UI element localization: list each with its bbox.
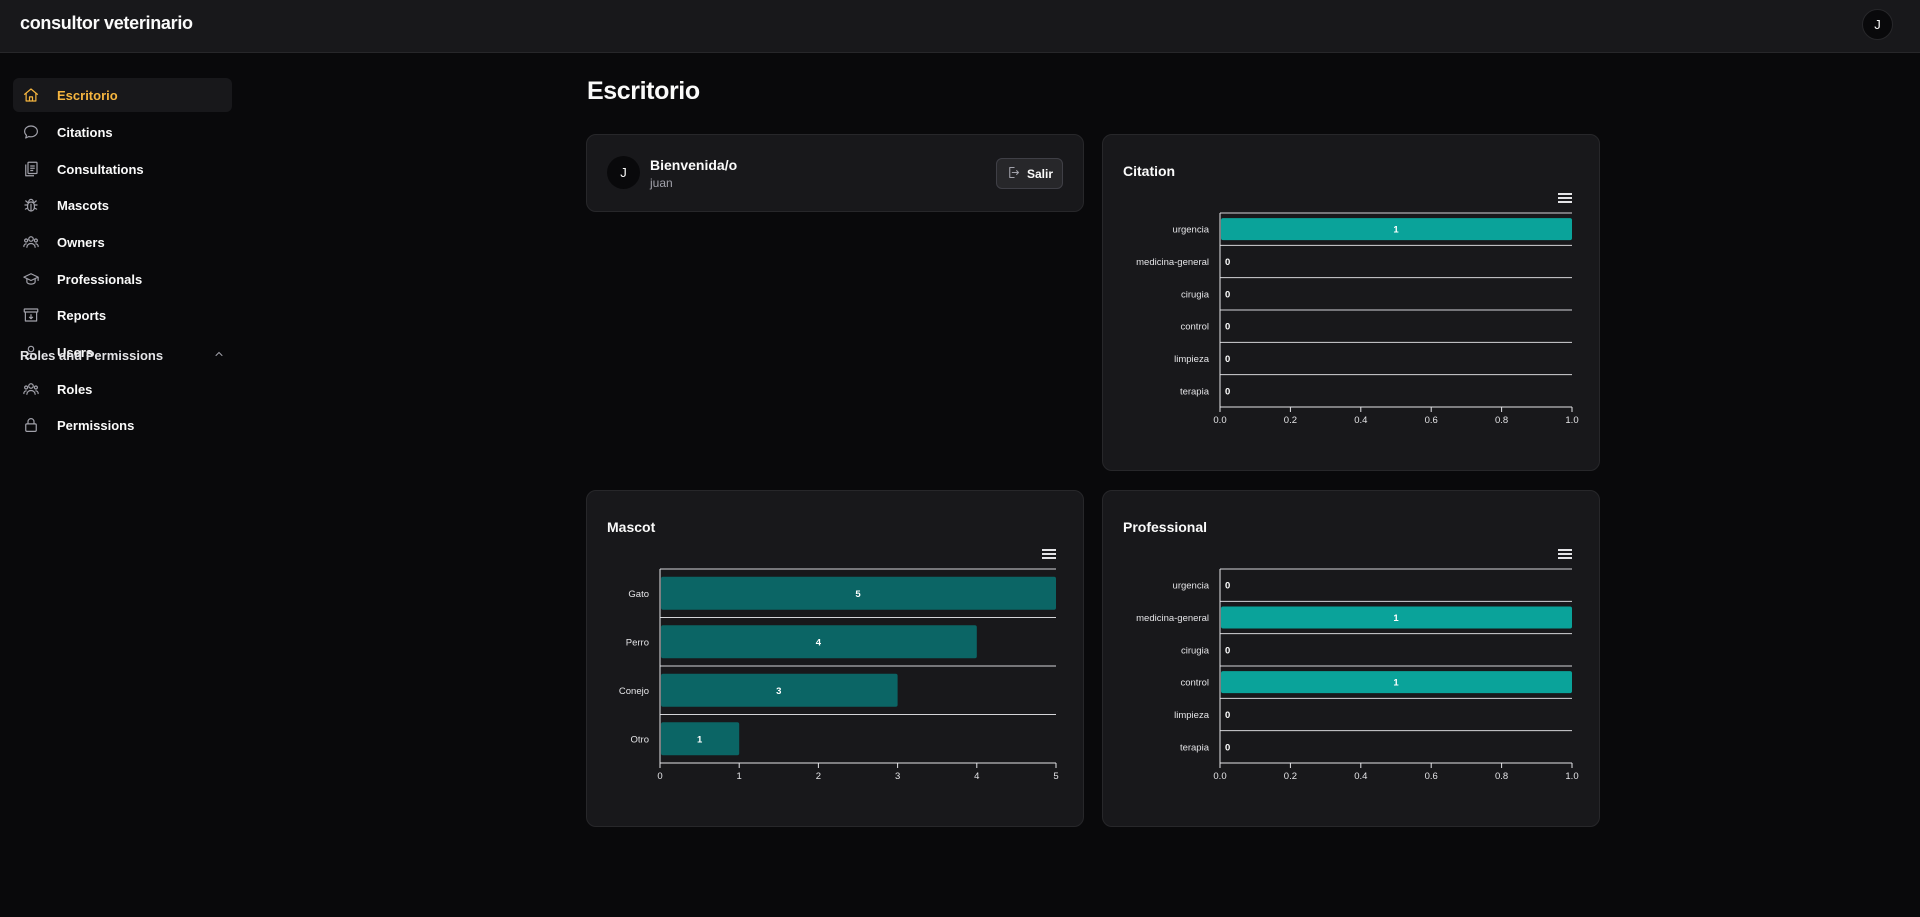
mascot-chart-card: Mascot Gato 5 Perro 4 Conejo 3 Otro 1 0 1 2 3 4 5 (586, 490, 1084, 827)
x-tick-label: 0.8 (1495, 415, 1508, 426)
x-tick-label: 0.2 (1284, 415, 1297, 426)
x-tick-label: 0.4 (1354, 771, 1367, 782)
lock-icon (21, 415, 41, 435)
x-tick-label: 0.6 (1425, 415, 1438, 426)
page-title: Escritorio (587, 77, 700, 105)
data-label: 0 (1225, 645, 1230, 656)
data-label: 1 (697, 734, 703, 745)
category-label: cirugia (1181, 645, 1210, 656)
category-label: limpieza (1174, 354, 1210, 365)
mascot-chart: Gato 5 Perro 4 Conejo 3 Otro 1 0 1 2 3 4 5 (619, 568, 1059, 782)
data-label: 0 (1225, 257, 1230, 268)
data-label: 0 (1225, 289, 1230, 300)
x-tick-label: 0.0 (1213, 415, 1226, 426)
x-tick-label: 2 (816, 771, 821, 782)
welcome-username: juan (650, 176, 673, 190)
sidebar-item-label: Consultations (57, 161, 144, 177)
sidebar-item-mascots[interactable]: Mascots (13, 188, 232, 222)
category-label: urgencia (1173, 581, 1210, 592)
group-title-label: Roles and Permissions (20, 347, 164, 363)
home-icon (21, 85, 41, 105)
category-label: Gato (628, 589, 649, 600)
category-label: terapia (1180, 386, 1210, 397)
data-label: 5 (855, 589, 861, 600)
x-tick-label: 0.6 (1425, 771, 1438, 782)
user-avatar[interactable]: J (1862, 9, 1893, 40)
category-label: urgencia (1173, 225, 1210, 236)
category-label: medicina-general (1136, 613, 1209, 624)
avatar: J (607, 156, 640, 189)
x-tick-label: 0 (657, 771, 662, 782)
chevron-up-icon (213, 348, 225, 363)
sidebar-item-label: Roles (57, 381, 93, 397)
data-label: 4 (816, 637, 822, 648)
citation-chart: urgencia 1 medicina-general 0 cirugia 0 contro… (1136, 212, 1579, 426)
top-bar: consultor veterinario J (0, 0, 1920, 53)
data-label: 0 (1225, 581, 1230, 592)
group-roles-and-permissions[interactable]: Roles and Permissions (20, 344, 225, 366)
sidebar-item-label: Owners (57, 234, 105, 250)
sidebar-item-professionals[interactable]: Professionals (13, 262, 232, 296)
data-label: 0 (1225, 322, 1230, 333)
category-label: limpieza (1174, 710, 1210, 721)
category-label: medicina-general (1136, 257, 1209, 268)
sidebar-item-label: Mascots (57, 197, 110, 213)
data-label: 1 (1393, 613, 1399, 624)
category-label: Perro (626, 637, 649, 648)
data-label: 0 (1225, 742, 1230, 753)
x-tick-label: 1 (737, 771, 742, 782)
sidebar-item-escritorio[interactable]: Escritorio (13, 78, 232, 112)
chat-bubble-icon (21, 122, 41, 142)
sidebar-item-permissions[interactable]: Permissions (13, 408, 232, 442)
logout-button[interactable]: Salir (996, 158, 1063, 189)
archive-box-icon (21, 305, 41, 325)
category-label: cirugia (1181, 289, 1210, 300)
sidebar-item-consultations[interactable]: Consultations (13, 152, 232, 186)
app-title[interactable]: consultor veterinario (20, 13, 193, 34)
bug-icon (21, 195, 41, 215)
professional-chart-card: Professional urgencia 0 medicina-general 1 c… (1102, 490, 1600, 827)
document-stack-icon (21, 159, 41, 179)
category-label: Otro (631, 734, 649, 745)
category-label: terapia (1180, 742, 1210, 753)
category-label: control (1180, 322, 1209, 333)
x-tick-label: 0.2 (1284, 771, 1297, 782)
x-tick-label: 4 (974, 771, 979, 782)
sidebar-item-label: Permissions (57, 417, 135, 433)
sidebar-item-label: Professionals (57, 271, 143, 287)
data-label: 1 (1393, 678, 1399, 689)
sidebar-item-citations[interactable]: Citations (13, 115, 232, 149)
logout-icon (1006, 165, 1021, 183)
users-icon (21, 232, 41, 252)
x-tick-label: 0.8 (1495, 771, 1508, 782)
citation-chart-card: Citation urgencia 1 medicina-general 0 cirug… (1102, 134, 1600, 471)
sidebar-item-label: Citations (57, 124, 113, 140)
x-tick-label: 3 (895, 771, 900, 782)
welcome-card: J Bienvenida/o juan Salir (586, 134, 1084, 212)
sidebar-item-owners[interactable]: Owners (13, 225, 232, 259)
category-label: Conejo (619, 686, 649, 697)
sidebar-item-label: Reports (57, 307, 107, 323)
x-tick-label: 0.0 (1213, 771, 1226, 782)
data-label: 0 (1225, 710, 1230, 721)
sidebar-item-label: Escritorio (57, 87, 118, 103)
x-tick-label: 5 (1053, 771, 1058, 782)
x-tick-label: 1.0 (1565, 771, 1578, 782)
sidebar: Escritorio Citations Consultations Masco… (0, 54, 240, 917)
sidebar-item-reports[interactable]: Reports (13, 298, 232, 332)
user-group-icon (21, 379, 41, 399)
x-tick-label: 0.4 (1354, 415, 1367, 426)
data-label: 3 (776, 686, 781, 697)
data-label: 1 (1393, 225, 1399, 236)
professional-chart: urgencia 0 medicina-general 1 cirugia 0 contro… (1136, 568, 1579, 782)
logout-label: Salir (1026, 166, 1053, 181)
sidebar-item-roles[interactable]: Roles (13, 372, 232, 406)
welcome-title: Bienvenida/o (650, 157, 738, 173)
category-label: control (1180, 678, 1209, 689)
x-tick-label: 1.0 (1565, 415, 1578, 426)
data-label: 0 (1225, 386, 1230, 397)
graduation-cap-icon (21, 269, 41, 289)
data-label: 0 (1225, 354, 1230, 365)
